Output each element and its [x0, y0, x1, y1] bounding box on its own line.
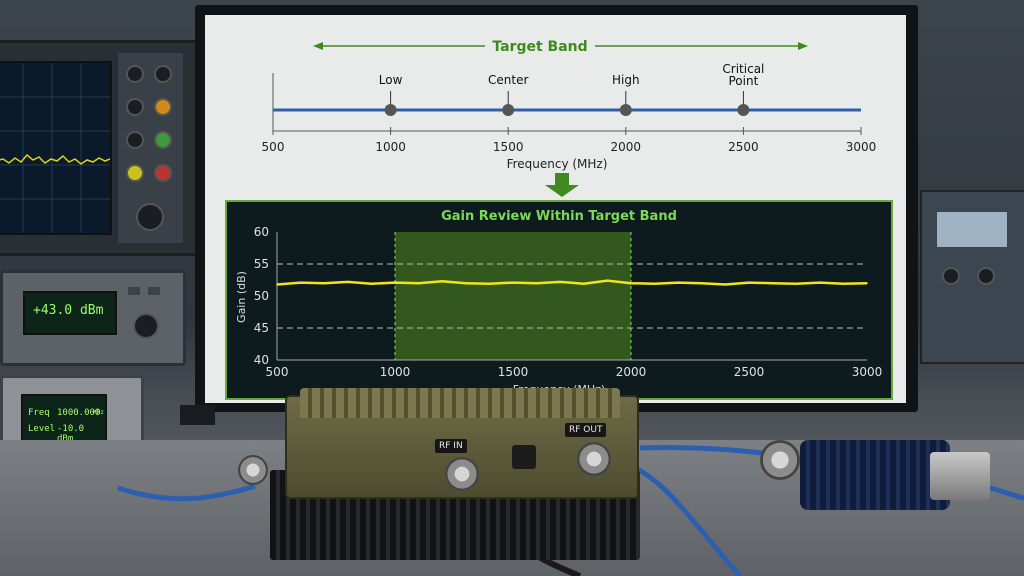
- rf-out-connector: [577, 442, 611, 476]
- cable-att: [989, 485, 1024, 501]
- rf-in-connector: [445, 457, 479, 491]
- lab-scene: +43.0 dBm Freq 1000.000 MHz Level -10.0 …: [0, 0, 1024, 576]
- cable-out: [639, 444, 781, 458]
- rf-out-label: RF OUT: [565, 423, 607, 437]
- attenuator-end: [930, 452, 990, 500]
- attenuator: [800, 440, 950, 510]
- amplifier-fins: [300, 388, 620, 418]
- attenuator-connector: [760, 440, 800, 480]
- amplifier-port: [512, 445, 536, 469]
- amp-side-connector: [238, 455, 268, 485]
- cable-in: [117, 483, 256, 502]
- rf-in-label: RF IN: [435, 439, 467, 453]
